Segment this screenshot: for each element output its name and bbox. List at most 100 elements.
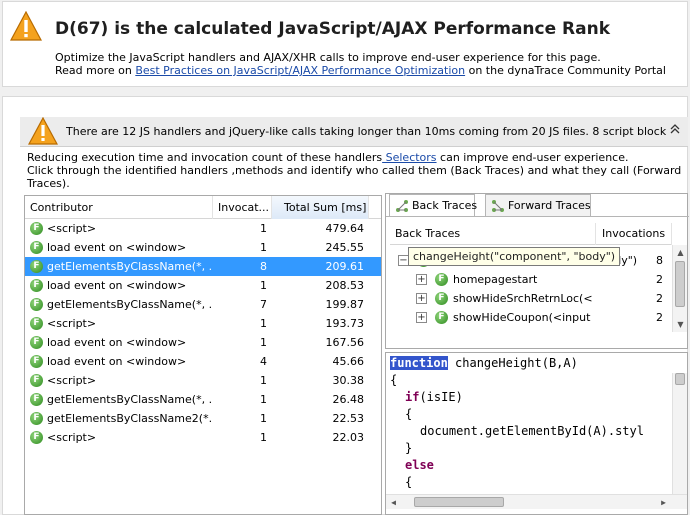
- tab-divider: [386, 216, 689, 217]
- column-header-invocations[interactable]: Invocat...: [213, 196, 272, 219]
- column-header-total-sum-label: Total Sum [ms]: [284, 201, 367, 214]
- cell-total-sum: 22.53: [332, 412, 365, 425]
- table-body: F <script> 1 479.64 Fload event on <window> 1…: [25, 219, 381, 447]
- intro-suffix: can improve end-user experience.: [436, 151, 629, 164]
- column-header-total-sum[interactable]: Total Sum [ms]: [272, 196, 369, 219]
- code-line: if(isIE): [405, 389, 463, 406]
- cell-total-sum: 26.48: [332, 393, 365, 406]
- column-header-trace-invocations[interactable]: Invocations: [596, 223, 672, 245]
- function-icon: F: [30, 374, 43, 387]
- table-row[interactable]: Fload event on <window> 4 45.66: [25, 352, 381, 371]
- tab-back-traces[interactable]: Back Traces: [389, 194, 477, 217]
- code-text: }: [405, 441, 413, 455]
- trace-node-label: homepagestart: [453, 273, 538, 286]
- expand-icon[interactable]: +: [416, 293, 427, 304]
- trace-node[interactable]: + FshowHideSrchRetrnLoc(< 2: [386, 289, 672, 308]
- intro-prefix: Reducing execution time and invocation c…: [27, 151, 383, 164]
- contributors-table[interactable]: Contributor Invocat... Total Sum [ms] F <…: [24, 195, 382, 515]
- table-row[interactable]: F <script> 1 30.38: [25, 371, 381, 390]
- code-horizontal-scrollbar[interactable]: ◀ ▶: [386, 494, 687, 509]
- code-keyword: else: [405, 458, 434, 472]
- scroll-up-icon[interactable]: ▲: [673, 245, 688, 260]
- intro-line-2: Click through the identified handlers ,m…: [27, 164, 682, 177]
- warning-text: There are 12 JS handlers and jQuery-like…: [66, 125, 666, 138]
- read-more-line: Read more on Best Practices on JavaScrip…: [55, 64, 666, 77]
- cell-contributor: load event on <window>: [47, 241, 187, 254]
- trace-node[interactable]: + FshowHideCoupon(<input 2: [386, 308, 672, 327]
- tab-forward-traces-label: Forward Traces: [508, 199, 591, 212]
- cell-total-sum: 479.64: [325, 222, 365, 235]
- function-icon: F: [30, 317, 43, 330]
- function-icon: F: [30, 279, 43, 292]
- expand-icon[interactable]: +: [416, 312, 427, 323]
- double-chevron-up-icon[interactable]: [668, 123, 682, 139]
- code-text: (isIE): [419, 390, 463, 404]
- code-text: changeHeight(B,A): [447, 356, 578, 370]
- cell-contributor: getElementsByClassName(*, ...: [47, 298, 213, 311]
- table-row[interactable]: F <script> 1 479.64: [25, 219, 381, 238]
- table-row[interactable]: F <script> 1 193.73: [25, 314, 381, 333]
- function-icon: F: [30, 222, 43, 235]
- tab-forward-traces[interactable]: Forward Traces: [485, 194, 591, 216]
- scroll-left-icon[interactable]: ◀: [386, 495, 401, 510]
- rank-header-panel: D(67) is the calculated JavaScript/AJAX …: [2, 1, 688, 87]
- trace-node-label: showHideSrchRetrnLoc(<: [453, 292, 593, 305]
- trace-node-invocations: 2: [656, 292, 663, 305]
- code-vertical-scrollbar[interactable]: [672, 373, 687, 494]
- table-row[interactable]: Fload event on <window> 1 245.55: [25, 238, 381, 257]
- intro-line-3: Traces).: [27, 177, 70, 190]
- cell-contributor: <script>: [47, 222, 97, 235]
- traces-table-header: Back Traces Invocations: [390, 223, 672, 245]
- column-header-contributor[interactable]: Contributor: [25, 196, 213, 219]
- scrollbar-thumb[interactable]: [675, 261, 685, 307]
- intro-text: Reducing execution time and invocation c…: [27, 151, 681, 190]
- cell-invocations: 1: [260, 241, 267, 254]
- scrollbar-thumb[interactable]: [414, 497, 504, 507]
- trace-node-label: showHideCoupon(<input: [453, 311, 591, 324]
- table-row[interactable]: Fload event on <window> 1 208.53: [25, 276, 381, 295]
- function-icon: F: [30, 431, 43, 444]
- code-keyword: function: [390, 356, 448, 370]
- table-row[interactable]: FgetElementsByClassName(*, ... 1 26.48: [25, 390, 381, 409]
- expand-icon[interactable]: +: [416, 274, 427, 285]
- function-icon: F: [435, 273, 448, 286]
- function-icon: F: [30, 260, 43, 273]
- code-line: else: [405, 457, 434, 474]
- scrollbar-thumb[interactable]: [675, 373, 685, 385]
- cell-invocations: 1: [260, 222, 267, 235]
- source-code-panel[interactable]: function changeHeight(B,A){if(isIE){docu…: [385, 352, 688, 515]
- scroll-down-icon[interactable]: ▼: [673, 317, 688, 332]
- table-row[interactable]: FgetElementsByClassName(*, ... 8 209.61: [25, 257, 381, 276]
- page-title: D(67) is the calculated JavaScript/AJAX …: [55, 19, 611, 39]
- cell-contributor: load event on <window>: [47, 336, 187, 349]
- table-row[interactable]: FgetElementsByClassName(*, ... 7 199.87: [25, 295, 381, 314]
- code-line: {: [405, 474, 412, 491]
- trace-node[interactable]: + Fhomepagestart 2: [386, 270, 672, 289]
- table-row[interactable]: FgetElementsByClassName2(*... 1 22.53: [25, 409, 381, 428]
- cell-contributor: load event on <window>: [47, 279, 187, 292]
- function-icon: F: [435, 292, 448, 305]
- cell-contributor: getElementsByClassName(*, ...: [47, 393, 213, 406]
- table-row[interactable]: Fload event on <window> 1 167.56: [25, 333, 381, 352]
- cell-invocations: 1: [260, 431, 267, 444]
- cell-invocations: 1: [260, 279, 267, 292]
- cell-total-sum: 208.53: [325, 279, 365, 292]
- best-practices-link[interactable]: Best Practices on JavaScript/AJAX Perfor…: [135, 64, 465, 77]
- warning-bar: There are 12 JS handlers and jQuery-like…: [20, 117, 688, 147]
- table-row[interactable]: F <script> 1 22.03: [25, 428, 381, 447]
- table-header: Contributor Invocat... Total Sum [ms]: [25, 196, 381, 219]
- warning-icon: [10, 11, 42, 41]
- scroll-right-icon[interactable]: ▶: [656, 495, 671, 510]
- column-header-back-traces[interactable]: Back Traces: [390, 223, 596, 245]
- cell-invocations: 1: [260, 317, 267, 330]
- traces-vertical-scrollbar[interactable]: ▲ ▼: [672, 245, 687, 332]
- function-icon: F: [435, 311, 448, 324]
- cell-invocations: 7: [260, 298, 267, 311]
- trace-node-invocations: 8: [656, 254, 663, 267]
- function-icon: F: [30, 412, 43, 425]
- trace-node-invocations: 2: [656, 311, 663, 324]
- selectors-link[interactable]: Selectors: [382, 151, 437, 164]
- function-icon: F: [30, 336, 43, 349]
- trace-node-invocations: 2: [656, 273, 663, 286]
- forward-traces-icon: [491, 199, 505, 213]
